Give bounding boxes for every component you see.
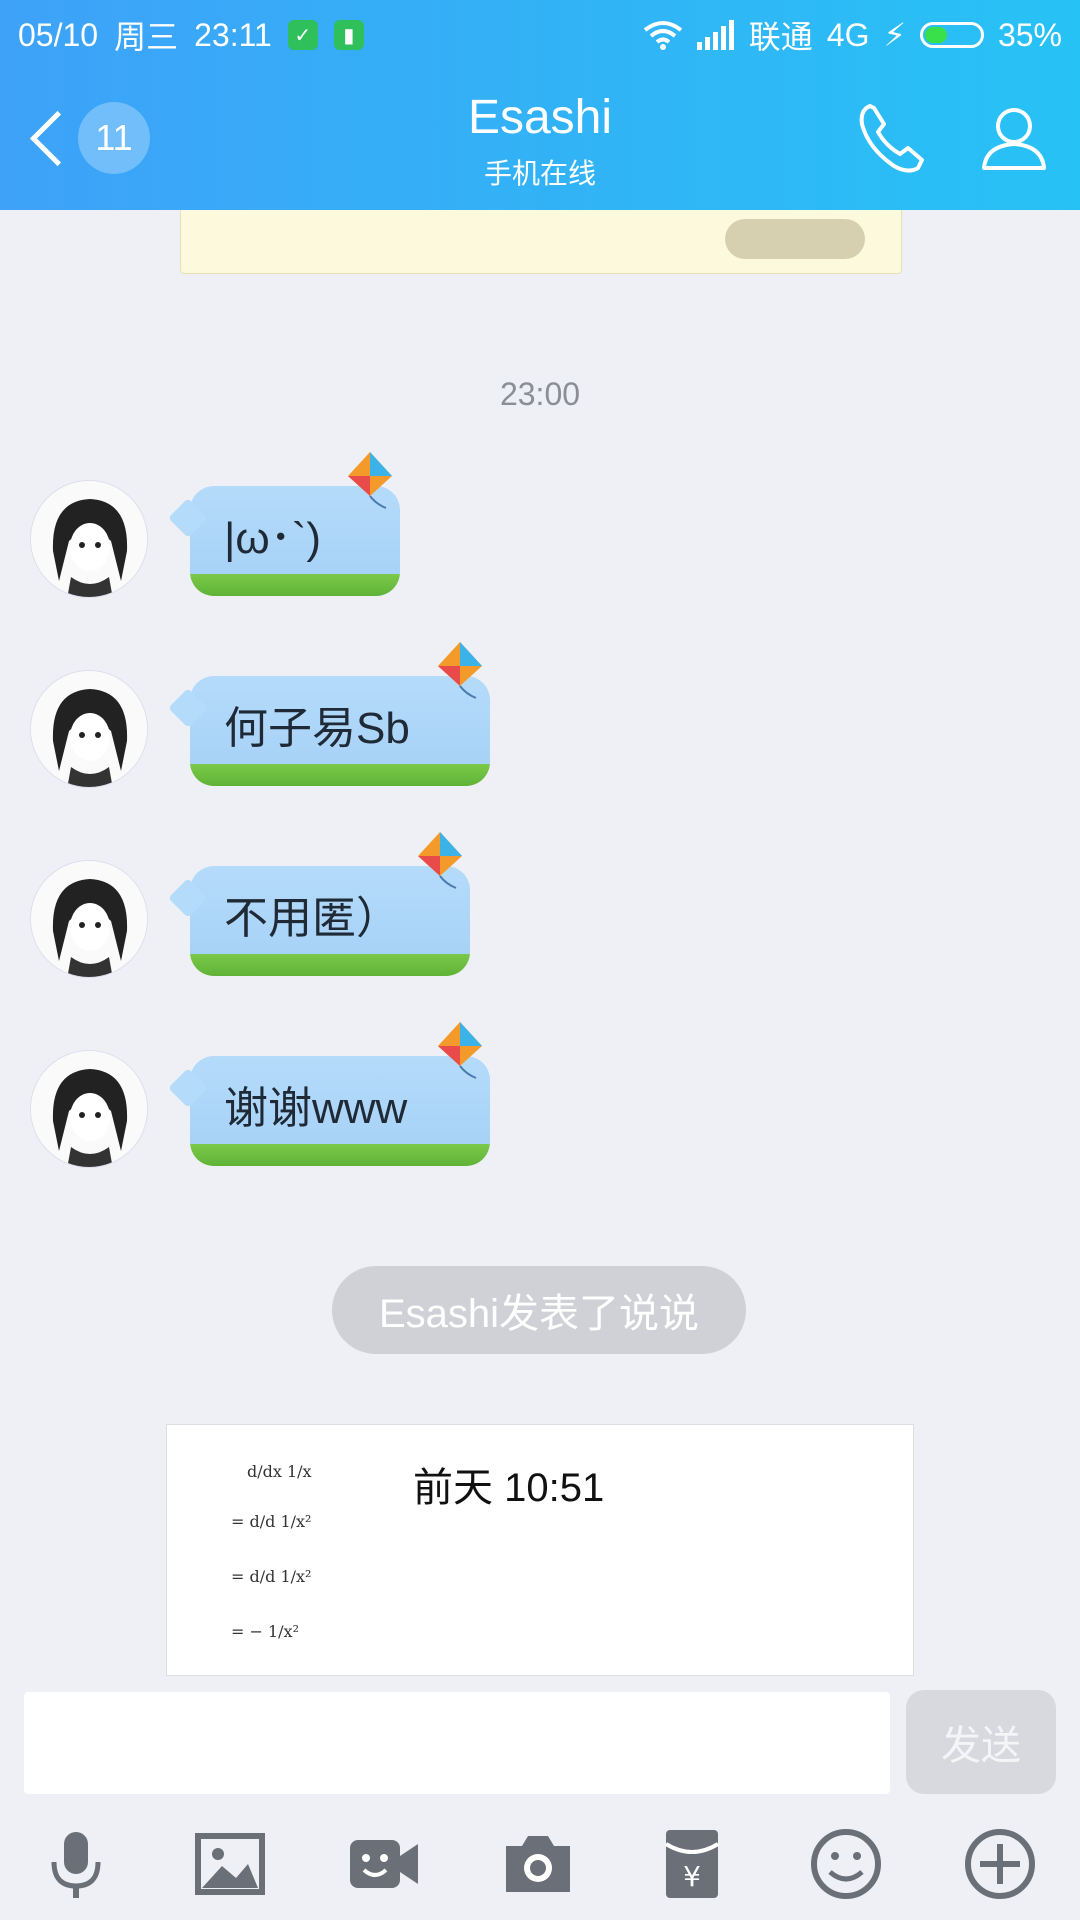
input-row: 发送 [0,1682,1080,1800]
battery-icon [919,22,984,48]
status-network: 4G [826,16,870,53]
image-icon[interactable] [192,1826,268,1902]
status-battery: 35% [997,16,1062,53]
kite-icon [418,832,462,889]
message-text: 不用匿） [224,894,400,943]
shared-post-card[interactable]: d/dx 1/x = d/d 1/x² = d/d 1/x² = − 1/x² … [166,1424,914,1676]
time-divider: 23:00 [499,376,581,412]
charging-icon: ⚡ [883,17,906,53]
thumb-line: = − 1/x² [231,1622,299,1641]
status-bar: 05/10 周三 23:11 ✓ ▮ 联通 4G ⚡ 35% [0,0,1080,62]
chat-header: 05/10 周三 23:11 ✓ ▮ 联通 4G ⚡ 35% 11 Esashi… [0,0,1080,210]
shield-icon: ✓ [287,20,318,50]
status-date: 05/10 [18,16,99,53]
svg-text:¥: ¥ [683,1860,701,1893]
signal-icon [696,20,734,50]
system-notice[interactable]: Esashi发表了说说 [332,1266,746,1354]
kite-icon [438,1022,482,1079]
post-timestamp: 前天 10:51 [413,1466,605,1510]
input-toolbar: ¥ [0,1800,1080,1920]
avatar[interactable] [30,480,148,598]
avatar[interactable] [30,860,148,978]
kite-icon [438,642,482,699]
avatar[interactable] [30,670,148,788]
video-call-icon[interactable] [346,1826,422,1902]
camera-icon[interactable] [500,1826,576,1902]
previous-card[interactable] [180,210,902,274]
emoji-icon[interactable] [808,1826,884,1902]
send-button[interactable]: 发送 [906,1690,1056,1794]
status-weekday: 周三 [114,19,179,55]
avatar[interactable] [30,1050,148,1168]
status-time: 23:11 [194,16,272,53]
phone-call-icon[interactable] [850,96,934,180]
status-carrier: 联通 [748,19,813,55]
message-text: 何子易Sb [224,704,410,753]
microphone-icon[interactable] [38,1826,114,1902]
message-input[interactable] [24,1692,890,1794]
thumb-line: = d/d 1/x² [231,1512,311,1531]
plus-icon[interactable] [962,1826,1038,1902]
message-text: |ω･`) [224,514,322,563]
thumb-line: d/dx 1/x [247,1462,312,1481]
message-text: 谢谢www [224,1084,408,1133]
post-thumbnail: d/dx 1/x = d/d 1/x² = d/d 1/x² = − 1/x² [227,1447,357,1655]
thumb-line: = d/d 1/x² [231,1567,311,1586]
wifi-icon [643,21,683,50]
red-packet-icon[interactable]: ¥ [654,1826,730,1902]
chat-area[interactable]: 23:00 |ω･`) 何子易Sb 不用匿） 谢谢www Esashi发表了说说… [0,210,1080,1682]
profile-icon[interactable] [972,96,1056,180]
kite-icon [348,452,392,509]
phone-status-icon: ▮ [333,20,364,50]
